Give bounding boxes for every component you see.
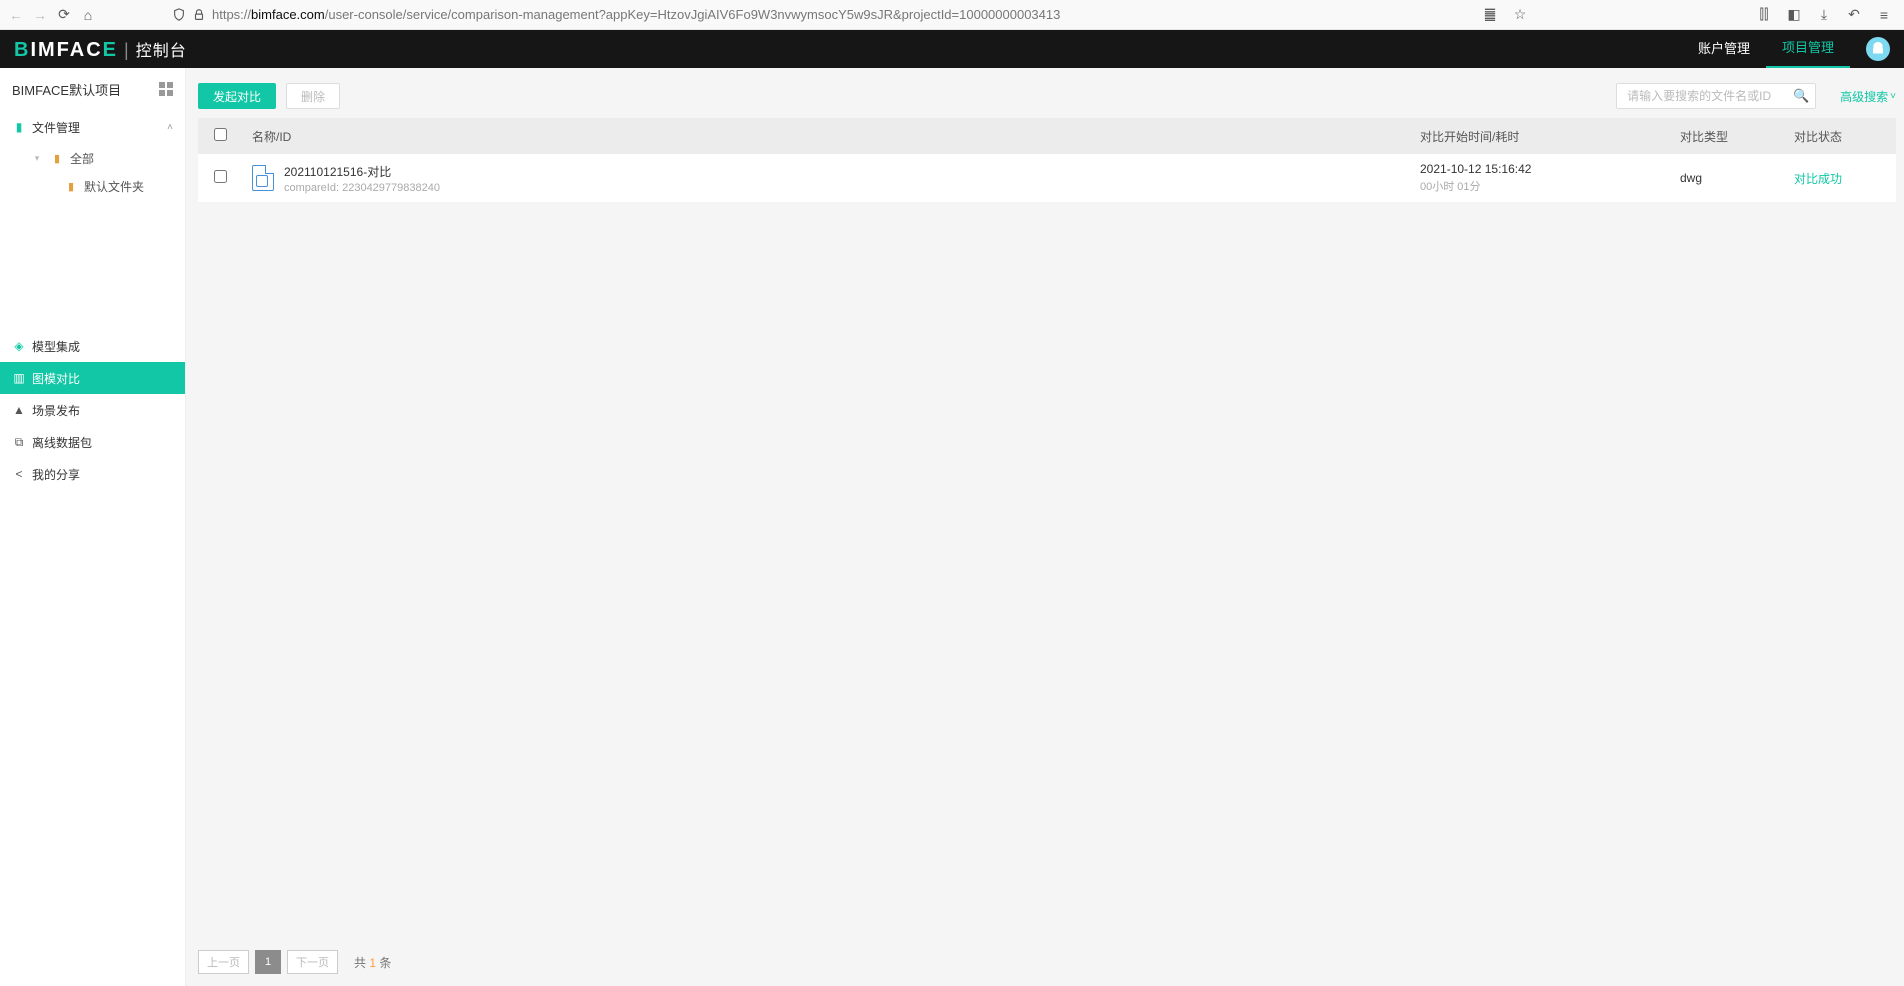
sidebar: BIMFACE默认项目 ▮ 文件管理 ˄ ▾ ▮ 全部 ▮ 默认文件夹 — [0, 68, 186, 986]
tree-all[interactable]: ▾ ▮ 全部 — [18, 144, 185, 172]
row-time: 2021-10-12 15:16:42 — [1420, 162, 1664, 176]
reload-icon[interactable]: ⟳ — [56, 7, 72, 23]
url-path: /user-console/service/comparison-managem… — [325, 7, 1061, 22]
pagination: 上一页 1 下一页 共 1 条 — [198, 942, 1896, 978]
browser-toolbar: ← → ⟳ ⌂ https://bimface.com/user-console… — [0, 0, 1904, 30]
search-box[interactable]: 🔍 — [1616, 83, 1816, 109]
reader-icon[interactable]: ䷀ — [1482, 7, 1498, 23]
package-icon: ⧉ — [12, 435, 26, 449]
menu-model-integrate-label: 模型集成 — [32, 338, 80, 355]
sidebar-icon[interactable]: ◧ — [1786, 7, 1802, 23]
next-page-button[interactable]: 下一页 — [287, 950, 338, 974]
logo-subtitle: 控制台 — [136, 37, 187, 61]
comparison-table: 名称/ID 对比开始时间/耗时 对比类型 对比状态 202110121516-对… — [198, 118, 1896, 203]
search-input[interactable] — [1627, 89, 1793, 103]
home-icon[interactable]: ⌂ — [80, 7, 96, 23]
menu-icon[interactable]: ≡ — [1876, 7, 1892, 23]
header-time: 对比开始时间/耗时 — [1412, 128, 1672, 145]
menu-scene-publish[interactable]: ▲ 场景发布 — [0, 394, 185, 426]
menu-drawing-compare-label: 图模对比 — [32, 370, 80, 387]
apps-grid-icon[interactable] — [159, 82, 173, 96]
menu-offline-pack-label: 离线数据包 — [32, 434, 92, 451]
row-id: compareId: 2230429779838240 — [284, 182, 440, 194]
undo-icon[interactable]: ↶ — [1846, 7, 1862, 23]
share-icon: < — [12, 467, 26, 481]
url-prefix: https:// — [212, 7, 251, 22]
menu-scene-publish-label: 场景发布 — [32, 402, 80, 419]
page-number[interactable]: 1 — [255, 950, 281, 974]
chevron-up-icon: ˄ — [167, 122, 173, 133]
library-icon[interactable]: ⫿⫿ — [1756, 7, 1772, 23]
menu-my-share[interactable]: < 我的分享 — [0, 458, 185, 490]
project-selector[interactable]: BIMFACE默认项目 — [0, 68, 185, 110]
logo-divider: | — [124, 40, 130, 61]
table-row[interactable]: 202110121516-对比 compareId: 2230429779838… — [198, 154, 1896, 203]
nav-account[interactable]: 账户管理 — [1682, 31, 1766, 67]
tree-default-label: 默认文件夹 — [84, 178, 144, 195]
file-mgmt-label: 文件管理 — [32, 119, 80, 136]
browser-right-icons: ䷀ ☆ ⫿⫿ ◧ ⤓ ↶ ≡ — [1482, 7, 1896, 23]
bookmark-star-icon[interactable]: ☆ — [1512, 7, 1528, 23]
folder-icon: ▮ — [12, 120, 26, 134]
tree-all-label: 全部 — [70, 150, 94, 167]
lock-icon — [192, 8, 206, 22]
compare-icon: ▥ — [12, 371, 26, 385]
advanced-search[interactable]: 高级搜索 ˅ — [1840, 88, 1896, 105]
back-icon[interactable]: ← — [8, 7, 24, 23]
header-name: 名称/ID — [242, 128, 1412, 145]
toolbar: 发起对比 删除 🔍 高级搜索 ˅ — [198, 80, 1896, 112]
sidebar-file-management[interactable]: ▮ 文件管理 ˄ — [0, 110, 185, 144]
tree-default-folder[interactable]: ▮ 默认文件夹 — [52, 172, 185, 200]
menu-my-share-label: 我的分享 — [32, 466, 80, 483]
sidebar-menu: ◈ 模型集成 ▥ 图模对比 ▲ 场景发布 ⧉ 离线数据包 < 我的分享 — [0, 330, 185, 490]
main-content: 发起对比 删除 🔍 高级搜索 ˅ 名称/ID 对比开始时间/耗时 对比类型 对比… — [186, 68, 1904, 986]
row-duration: 00小时 01分 — [1420, 178, 1664, 194]
stack-icon: ◈ — [12, 339, 26, 353]
publish-icon: ▲ — [12, 403, 26, 417]
menu-offline-pack[interactable]: ⧉ 离线数据包 — [0, 426, 185, 458]
prev-page-button[interactable]: 上一页 — [198, 950, 249, 974]
row-type: dwg — [1672, 171, 1786, 185]
shield-icon — [172, 8, 186, 22]
total-count: 共 1 条 — [354, 954, 391, 971]
select-all-checkbox[interactable] — [214, 128, 227, 141]
table-header: 名称/ID 对比开始时间/耗时 对比类型 对比状态 — [198, 118, 1896, 154]
folder-icon: ▮ — [64, 179, 78, 193]
header-status: 对比状态 — [1786, 128, 1896, 145]
row-status: 对比成功 — [1786, 170, 1896, 187]
url-bar[interactable]: https://bimface.com/user-console/service… — [164, 4, 1474, 26]
forward-icon[interactable]: → — [32, 7, 48, 23]
avatar[interactable] — [1866, 37, 1890, 61]
logo-text: BIMFACE — [14, 39, 118, 62]
advanced-search-label: 高级搜索 — [1840, 88, 1888, 105]
folder-icon: ▮ — [50, 151, 64, 165]
delete-button[interactable]: 删除 — [286, 83, 340, 109]
nav-project[interactable]: 项目管理 — [1766, 30, 1850, 68]
app-header: BIMFACE | 控制台 账户管理 项目管理 — [0, 30, 1904, 68]
search-icon[interactable]: 🔍 — [1793, 88, 1809, 104]
chevron-down-icon: ▾ — [30, 151, 44, 165]
menu-drawing-compare[interactable]: ▥ 图模对比 — [0, 362, 185, 394]
row-name: 202110121516-对比 — [284, 163, 440, 180]
url-text: https://bimface.com/user-console/service… — [212, 7, 1060, 22]
app-logo: BIMFACE | 控制台 — [14, 37, 187, 62]
row-checkbox[interactable] — [214, 170, 227, 183]
file-icon — [252, 165, 274, 191]
url-host: bimface.com — [251, 7, 325, 22]
pocket-icon[interactable]: ⤓ — [1816, 7, 1832, 23]
project-name: BIMFACE默认项目 — [12, 80, 121, 99]
menu-model-integrate[interactable]: ◈ 模型集成 — [0, 330, 185, 362]
start-compare-button[interactable]: 发起对比 — [198, 83, 276, 109]
chevron-down-icon: ˅ — [1890, 91, 1896, 102]
header-type: 对比类型 — [1672, 128, 1786, 145]
